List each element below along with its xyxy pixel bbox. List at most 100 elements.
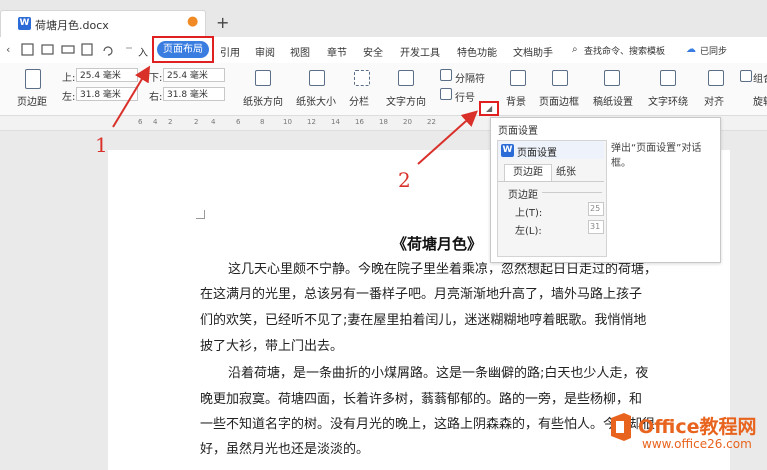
dialog-top-input: 25 [588, 202, 604, 216]
tab-section[interactable]: 章节 [327, 44, 347, 59]
text-direction-icon[interactable] [398, 70, 414, 86]
ruler-number: 6 [236, 118, 241, 126]
margins-icon[interactable] [25, 69, 41, 89]
background-button[interactable]: 背景 [506, 93, 526, 108]
watermark-brand: Office教程网 [638, 416, 757, 438]
annotation-step-2: 2 [398, 168, 411, 192]
annotation-step-1: 1 [95, 133, 108, 157]
dialog-preview-title: 页面设置 [517, 148, 557, 159]
dialog-top-label: 上(T): [515, 208, 543, 219]
page-border-button[interactable]: 页面边框 [539, 93, 579, 108]
line-numbers-icon[interactable] [440, 88, 452, 100]
ruler-number: 18 [379, 118, 388, 126]
align-icon[interactable] [708, 70, 724, 86]
ruler-number: 8 [260, 118, 265, 126]
tab-features[interactable]: 特色功能 [457, 44, 497, 59]
save-icon [21, 43, 34, 56]
dialog-section-label: 页边距 [508, 190, 538, 201]
ruler-number: 10 [283, 118, 292, 126]
break-button[interactable]: 分隔符 [455, 70, 485, 85]
rotate-button[interactable]: 旋转 [753, 93, 767, 108]
watermark-url: www.office26.com [642, 437, 752, 451]
orientation-icon[interactable] [255, 70, 271, 86]
unsaved-dot-icon: ● [187, 14, 199, 29]
paper-size-icon[interactable] [309, 70, 325, 86]
tab-security[interactable]: 安全 [363, 44, 383, 59]
wps-logo-icon: W [501, 144, 514, 157]
print-icon [61, 45, 75, 54]
tooltip-title: 页面设置 [498, 126, 538, 137]
line-numbers-button[interactable]: 行号 [455, 89, 475, 104]
ruler-number: 2 [168, 118, 173, 126]
margin-bottom-label: 下: [149, 73, 163, 84]
ruler-number: 12 [307, 118, 316, 126]
ruler-number: 6 [138, 118, 143, 126]
ruler-number: 14 [331, 118, 340, 126]
margin-bottom-input[interactable]: 25.4 毫米 [163, 68, 225, 82]
group-button[interactable]: 组合 [753, 70, 767, 85]
align-button[interactable]: 对齐 [704, 93, 724, 108]
tab-developer[interactable]: 开发工具 [400, 44, 440, 59]
watermark: Office教程网 www.office26.com [608, 404, 767, 459]
manuscript-icon[interactable] [604, 70, 620, 86]
ruler-number: 16 [355, 118, 364, 126]
document-line: 在这满月的光里，总该另有一番样子吧。月亮渐渐地升高了，墙外马路上孩子 [200, 287, 643, 302]
menu-insert-partial[interactable]: 入 [138, 44, 148, 59]
word-doc-icon: W [18, 17, 31, 30]
margin-corner-mark [196, 210, 205, 219]
dialog-tab-paper: 纸张 [556, 167, 576, 178]
margin-right-label: 右: [149, 92, 163, 103]
background-icon[interactable] [510, 70, 526, 86]
margin-left-label: 左: [62, 92, 76, 103]
margin-right-input[interactable]: 31.8 毫米 [163, 87, 225, 101]
command-search[interactable]: 查找命令、搜索模板 [584, 44, 665, 57]
ruler-number: 4 [153, 118, 158, 126]
orientation-button[interactable]: 纸张方向 [243, 93, 283, 108]
dialog-launcher-icon: ◢ [486, 104, 493, 113]
chevron-left-icon[interactable]: ‹ [6, 43, 10, 56]
tab-review[interactable]: 审阅 [255, 44, 275, 59]
document-line: 沿着荷塘，是一条曲折的小煤屑路。这是一条幽僻的路;白天也少人走，夜 [228, 366, 649, 381]
document-line: 们的欢笑，已经听不见了;妻在屋里拍着闰儿，迷迷糊糊地哼着眠歌。我悄悄地 [200, 313, 647, 328]
sync-icon: ☁ [686, 44, 696, 55]
dialog-tab-divider [498, 181, 604, 182]
quick-access-toolbar [21, 43, 132, 56]
open-icon [41, 44, 54, 55]
ruler-number: 20 [403, 118, 412, 126]
page-border-icon[interactable] [552, 70, 568, 86]
document-heading: 《荷塘月色》 [392, 235, 483, 253]
columns-button[interactable]: 分栏 [349, 93, 369, 108]
office-logo-icon [611, 413, 631, 441]
text-wrap-button[interactable]: 文字环绕 [648, 93, 688, 108]
tab-references[interactable]: 引用 [220, 44, 240, 59]
text-direction-button[interactable]: 文字方向 [386, 93, 426, 108]
columns-icon[interactable] [354, 70, 370, 86]
undo-icon [103, 46, 113, 56]
margin-top-input[interactable]: 25.4 毫米 [76, 68, 138, 82]
break-icon[interactable] [440, 69, 452, 81]
tab-view[interactable]: 视图 [290, 44, 310, 59]
highlight-box-page-layout [152, 36, 214, 63]
dialog-left-label: 左(L): [515, 226, 542, 237]
tab-doc-assistant[interactable]: 文档助手 [513, 44, 553, 59]
document-tab[interactable]: W 荷塘月色.docx ● [0, 10, 206, 38]
group-icon[interactable] [740, 70, 752, 82]
margins-button[interactable]: 页边距 [17, 93, 47, 108]
text-wrap-icon[interactable] [660, 70, 676, 86]
margin-top-label: 上: [62, 73, 76, 84]
paper-size-button[interactable]: 纸张大小 [296, 93, 336, 108]
new-tab-button[interactable]: + [216, 13, 229, 32]
document-line: 晚更加寂寞。荷塘四面，长着许多树，蓊蓊郁郁的。路的一旁，是些杨柳，和 [200, 392, 643, 407]
manuscript-button[interactable]: 稿纸设置 [593, 93, 633, 108]
search-icon[interactable]: ⌕ [572, 44, 578, 55]
page-setup-launcher-button[interactable]: ◢ [479, 101, 499, 116]
preview-icon [81, 43, 93, 56]
document-tab-title: 荷塘月色.docx [35, 19, 109, 32]
margin-left-input[interactable]: 31.8 毫米 [76, 87, 138, 101]
document-line: 披了大衫，带上门出去。 [200, 339, 344, 354]
dialog-left-input: 31 [588, 220, 604, 234]
ruler-number: 4 [211, 118, 216, 126]
ruler-number: 2 [194, 118, 199, 126]
dialog-section-rule [542, 192, 602, 193]
sync-status[interactable]: 已同步 [700, 44, 727, 57]
